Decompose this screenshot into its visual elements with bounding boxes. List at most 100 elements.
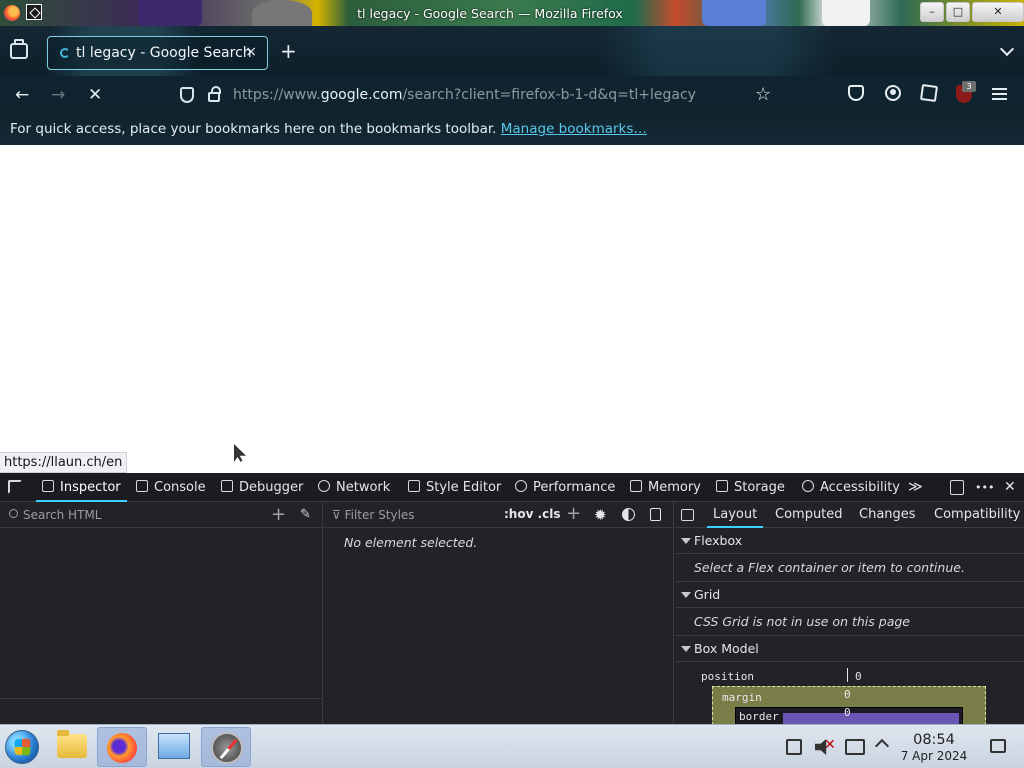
console-icon	[136, 480, 148, 492]
taskbar-browser[interactable]	[201, 727, 251, 767]
box-model-section-header[interactable]: Box Model	[675, 636, 1024, 662]
account-icon[interactable]	[885, 85, 901, 101]
performance-icon	[515, 480, 527, 492]
responsive-design-icon[interactable]	[950, 480, 964, 495]
taskbar-system-monitor[interactable]	[149, 727, 199, 767]
tab-label: Style Editor	[426, 480, 502, 495]
tab-layout[interactable]: Layout	[706, 502, 764, 528]
lock-icon[interactable]	[208, 86, 221, 102]
clock-time[interactable]: 08:54	[905, 732, 963, 748]
accessibility-icon	[802, 480, 814, 492]
titlebar-decoration	[252, 0, 312, 26]
tab-label: Debugger	[239, 480, 304, 495]
devtools-tab-memory[interactable]: Memory	[630, 473, 701, 502]
titlebar-decoration	[822, 0, 870, 26]
rules-panel: ⊽ Filter Styles :hov .cls + ✹ No element…	[324, 502, 674, 724]
box-model-border-value[interactable]: 0	[844, 706, 851, 719]
mouse-cursor-icon	[234, 444, 246, 462]
network-status-icon[interactable]	[845, 739, 865, 755]
search-html-row: Search HTML + ✎	[0, 502, 323, 528]
clipboard-icon[interactable]	[786, 739, 802, 755]
maximize-button[interactable]: □	[946, 2, 970, 22]
layout-sidebar: Layout Computed Changes Compatibility Fl…	[675, 502, 1024, 724]
rules-toolbar: ⊽ Filter Styles :hov .cls + ✹	[324, 502, 674, 528]
debugger-icon	[221, 480, 233, 492]
tab-compatibility[interactable]: Compatibility	[934, 502, 1021, 528]
taskbar-file-manager[interactable]	[45, 727, 95, 767]
close-window-button[interactable]: ✕	[972, 2, 1024, 22]
grid-section-header[interactable]: Grid	[675, 582, 1024, 608]
eyedropper-icon[interactable]: ✎	[300, 507, 311, 522]
bookmark-star-icon[interactable]: ☆	[755, 84, 771, 105]
tray-expand-icon[interactable]	[874, 738, 890, 754]
tab-label: Accessibility	[820, 480, 900, 495]
devtools-toolbar: Inspector Console Debugger Network Style…	[0, 473, 1024, 502]
tab-google-search[interactable]: tl legacy - Google Search ×	[47, 36, 268, 70]
clock-date[interactable]: 7 Apr 2024	[898, 749, 970, 763]
window-menu-icon[interactable]	[26, 4, 42, 20]
dark-scheme-icon[interactable]	[622, 508, 635, 521]
url-bar[interactable]: https://www.google.com/search?client=fir…	[170, 80, 790, 110]
url-text[interactable]: https://www.google.com/search?client=fir…	[233, 87, 696, 103]
box-model-padding	[783, 713, 959, 724]
tab-label: Storage	[734, 480, 785, 495]
devtools-tab-network[interactable]: Network	[318, 473, 390, 502]
devtools-tab-storage[interactable]: Storage	[716, 473, 785, 502]
devtools-tab-console[interactable]: Console	[136, 473, 206, 502]
pocket-icon[interactable]	[848, 85, 864, 101]
forward-button[interactable]: →	[51, 85, 65, 105]
search-html-input[interactable]: Search HTML	[23, 508, 101, 522]
firefox-view-icon[interactable]	[10, 39, 28, 59]
start-menu-button[interactable]	[5, 730, 39, 764]
page-content[interactable]: https://llaun.ch/en	[0, 145, 1024, 473]
taskbar-firefox[interactable]	[97, 727, 147, 767]
flexbox-section-header[interactable]: Flexbox	[675, 528, 1024, 554]
element-picker-icon[interactable]	[8, 480, 22, 494]
navigation-toolbar: ← → ✕ https://www.google.com/search?clie…	[0, 76, 1024, 114]
devtools-close-button[interactable]: ✕	[1004, 479, 1016, 495]
tab-close-icon[interactable]: ×	[245, 44, 257, 60]
firefox-icon	[107, 733, 137, 763]
add-node-button[interactable]: +	[271, 504, 286, 525]
sidebar-toggle-icon[interactable]	[681, 509, 694, 521]
add-rule-button[interactable]: +	[566, 503, 581, 524]
light-scheme-icon[interactable]: ✹	[594, 506, 607, 524]
minimize-button[interactable]: –	[920, 2, 944, 22]
extensions-icon[interactable]	[919, 83, 939, 103]
tab-changes[interactable]: Changes	[859, 502, 916, 528]
tab-computed[interactable]: Computed	[775, 502, 843, 528]
new-tab-button[interactable]: +	[280, 41, 297, 61]
list-all-tabs-icon[interactable]	[999, 41, 1015, 57]
devtools-tab-accessibility[interactable]: Accessibility	[802, 473, 900, 502]
filter-styles-input[interactable]: ⊽ Filter Styles	[332, 508, 415, 522]
box-model-border-label: border	[739, 710, 779, 723]
loading-throbber-icon	[60, 48, 70, 58]
print-media-icon[interactable]	[650, 508, 661, 521]
network-icon	[318, 480, 330, 492]
memory-icon	[630, 480, 642, 492]
box-model-margin-value[interactable]: 0	[844, 688, 851, 701]
devtools-tab-inspector[interactable]: Inspector	[36, 473, 127, 502]
tab-label: Network	[336, 480, 391, 495]
devtools-tab-performance[interactable]: Performance	[515, 473, 615, 502]
tab-label: Console	[154, 480, 206, 495]
devtools-more-icon[interactable]: •••	[975, 481, 994, 494]
devtools-tab-debugger[interactable]: Debugger	[221, 473, 303, 502]
stop-button[interactable]: ✕	[88, 85, 102, 105]
style-editor-icon	[408, 480, 420, 492]
bookmarks-hint: For quick access, place your bookmarks h…	[10, 121, 497, 137]
tracking-protection-icon[interactable]	[180, 87, 194, 103]
manage-bookmarks-link[interactable]: Manage bookmarks…	[501, 121, 647, 137]
devtools-tab-style-editor[interactable]: Style Editor	[408, 473, 501, 502]
devtools-overflow-icon[interactable]: ≫	[908, 479, 923, 495]
box-model-position-value[interactable]: 0	[855, 670, 862, 683]
storage-icon	[716, 480, 728, 492]
hamburger-menu-icon[interactable]	[992, 88, 1007, 100]
tab-label: Inspector	[60, 480, 121, 495]
window-titlebar[interactable]: tl legacy - Google Search — Mozilla Fire…	[0, 0, 1024, 26]
pseudo-class-toggle[interactable]: :hov .cls	[504, 507, 561, 521]
show-desktop-icon[interactable]	[990, 739, 1006, 753]
window-title: tl legacy - Google Search — Mozilla Fire…	[357, 6, 623, 21]
firefox-icon	[4, 5, 20, 21]
back-button[interactable]: ←	[15, 85, 29, 105]
